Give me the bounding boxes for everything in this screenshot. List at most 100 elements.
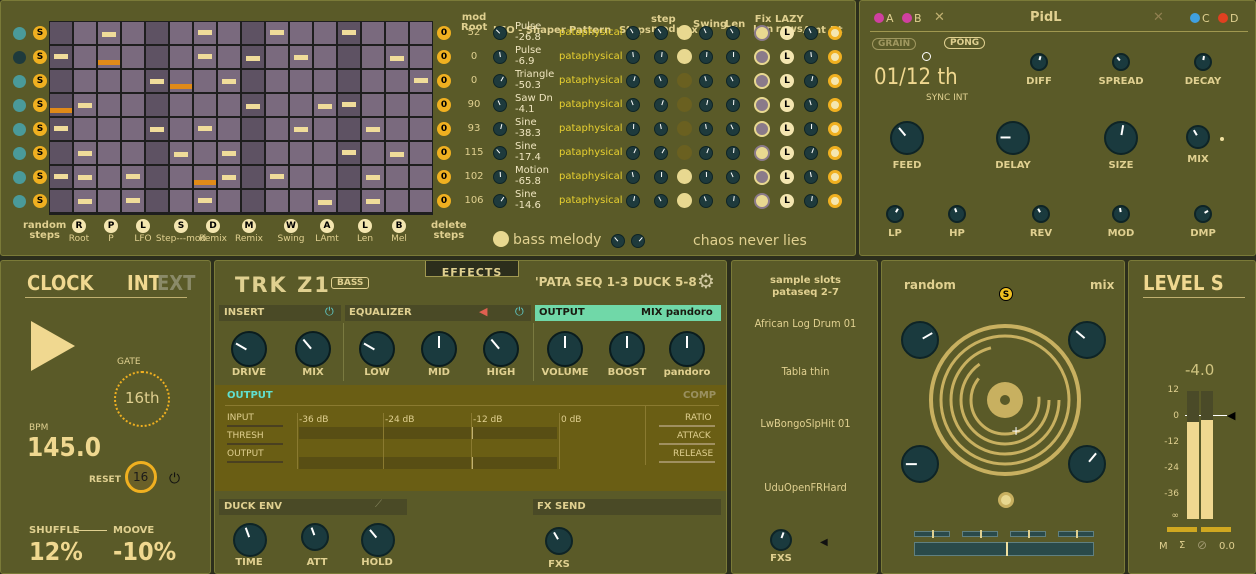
step-cell[interactable] bbox=[266, 70, 288, 92]
d-dot-icon[interactable] bbox=[1218, 13, 1228, 23]
bottom-btn-mel[interactable]: B bbox=[392, 219, 406, 233]
pidl-knob-size[interactable] bbox=[1104, 121, 1138, 155]
row-pattern[interactable]: pataphysical bbox=[559, 51, 623, 62]
fxs-knob[interactable] bbox=[545, 527, 573, 555]
fx-knob-drive[interactable] bbox=[231, 331, 267, 367]
step-cell[interactable] bbox=[50, 22, 72, 44]
fixlen-toggle[interactable] bbox=[754, 73, 770, 89]
gear-icon[interactable]: ⚙ bbox=[697, 269, 715, 293]
row-s-badge[interactable]: S bbox=[33, 146, 47, 160]
row-zero-badge[interactable]: 0 bbox=[437, 146, 451, 160]
steps-knob[interactable] bbox=[626, 122, 640, 136]
step-cell[interactable] bbox=[410, 190, 432, 212]
step-cell[interactable] bbox=[98, 70, 120, 92]
step-cell[interactable] bbox=[290, 142, 312, 164]
lazy-badge[interactable]: L bbox=[780, 170, 794, 184]
step-cell[interactable] bbox=[386, 166, 408, 188]
row-mod-value[interactable]: 0 bbox=[463, 51, 485, 62]
step-cell[interactable] bbox=[266, 190, 288, 212]
row-mod-value[interactable]: 52 bbox=[463, 27, 485, 38]
step-cell[interactable] bbox=[242, 166, 264, 188]
step-grid[interactable] bbox=[49, 21, 433, 215]
step-cell[interactable] bbox=[170, 94, 192, 116]
row-pattern[interactable]: pataphysical bbox=[559, 171, 623, 182]
random-s-badge[interactable]: S bbox=[999, 287, 1013, 301]
pong-button[interactable]: PONG bbox=[944, 37, 986, 49]
step-cell[interactable] bbox=[74, 118, 96, 140]
bottom-btn-len[interactable]: L bbox=[358, 219, 372, 233]
step-cell[interactable] bbox=[314, 94, 336, 116]
row-s-badge[interactable]: S bbox=[33, 50, 47, 64]
b-dot-icon[interactable] bbox=[902, 13, 912, 23]
circle-icon[interactable] bbox=[922, 52, 931, 61]
sample-slot-item[interactable]: African Log Drum 01 bbox=[732, 317, 877, 330]
swing-knob[interactable] bbox=[699, 194, 713, 208]
step-cell[interactable] bbox=[242, 46, 264, 68]
fx-knob-high[interactable] bbox=[483, 331, 519, 367]
pidl-knob-hp[interactable] bbox=[948, 205, 966, 223]
step-cell[interactable] bbox=[194, 22, 216, 44]
bottom-btn-p[interactable]: P bbox=[104, 219, 118, 233]
rmx-led[interactable] bbox=[677, 121, 692, 136]
swing-knob[interactable] bbox=[699, 74, 713, 88]
step-cell[interactable] bbox=[314, 118, 336, 140]
lfo-shape[interactable]: Triangle -50.3 bbox=[515, 69, 554, 91]
len-knob[interactable] bbox=[726, 122, 740, 136]
ext-toggle[interactable]: EXT bbox=[157, 271, 195, 295]
grain-button[interactable]: GRAIN bbox=[872, 38, 917, 50]
step-cell[interactable] bbox=[98, 46, 120, 68]
row-pattern[interactable]: pataphysical bbox=[559, 99, 623, 110]
amt-knob[interactable] bbox=[804, 50, 818, 64]
rt-toggle[interactable] bbox=[828, 194, 842, 208]
fixlen-toggle[interactable] bbox=[754, 193, 770, 209]
amt-knob[interactable] bbox=[804, 146, 818, 160]
step-cell[interactable] bbox=[194, 70, 216, 92]
row-mod-value[interactable]: 115 bbox=[463, 147, 485, 158]
row-zero-badge[interactable]: 0 bbox=[437, 74, 451, 88]
step-cell[interactable] bbox=[242, 22, 264, 44]
fixlen-toggle[interactable] bbox=[754, 145, 770, 161]
step-cell[interactable] bbox=[194, 46, 216, 68]
pidl-knob-mod[interactable] bbox=[1112, 205, 1130, 223]
len-knob[interactable] bbox=[726, 50, 740, 64]
pidl-knob-rev[interactable] bbox=[1032, 205, 1050, 223]
step-cell[interactable] bbox=[122, 70, 144, 92]
eq-power-icon[interactable]: ⏻ bbox=[515, 305, 524, 319]
step-cell[interactable] bbox=[314, 22, 336, 44]
step-cell[interactable] bbox=[386, 94, 408, 116]
swing-knob[interactable] bbox=[699, 146, 713, 160]
step-cell[interactable] bbox=[74, 94, 96, 116]
step-cell[interactable] bbox=[170, 70, 192, 92]
row-s-badge[interactable]: S bbox=[33, 194, 47, 208]
lfo-shape[interactable]: Sine -38.3 bbox=[515, 117, 541, 139]
row-zero-badge[interactable]: 0 bbox=[437, 122, 451, 136]
step-cell[interactable] bbox=[362, 70, 384, 92]
sum-button[interactable]: Σ bbox=[1179, 540, 1185, 551]
step-cell[interactable] bbox=[74, 70, 96, 92]
pidl-knob-diff[interactable] bbox=[1030, 53, 1048, 71]
row-mod-value[interactable]: 0 bbox=[463, 75, 485, 86]
row-teal-button[interactable] bbox=[13, 171, 26, 184]
step-cell[interactable] bbox=[194, 142, 216, 164]
vinyl-disc-icon[interactable]: + bbox=[928, 323, 1082, 477]
a-dot-icon[interactable] bbox=[874, 13, 884, 23]
step-cell[interactable] bbox=[170, 118, 192, 140]
row-pattern[interactable]: pataphysical bbox=[559, 27, 623, 38]
bottom-btn-remix2[interactable]: M bbox=[242, 219, 256, 233]
rt-toggle[interactable] bbox=[828, 50, 842, 64]
pidl-knob-feed[interactable] bbox=[890, 121, 924, 155]
step-cell[interactable] bbox=[170, 142, 192, 164]
step-cell[interactable] bbox=[242, 94, 264, 116]
step-cell[interactable] bbox=[194, 190, 216, 212]
random-mini-slider-handle[interactable] bbox=[1076, 530, 1078, 538]
rmx-led[interactable] bbox=[677, 73, 692, 88]
step-cell[interactable] bbox=[290, 94, 312, 116]
step-cell[interactable] bbox=[218, 70, 240, 92]
step-cell[interactable] bbox=[386, 142, 408, 164]
duck-knob-hold[interactable] bbox=[361, 523, 395, 557]
step-cell[interactable] bbox=[50, 142, 72, 164]
row-s-badge[interactable]: S bbox=[33, 170, 47, 184]
step-cell[interactable] bbox=[74, 166, 96, 188]
step-cell[interactable] bbox=[50, 70, 72, 92]
lfo-knob[interactable] bbox=[493, 98, 507, 112]
